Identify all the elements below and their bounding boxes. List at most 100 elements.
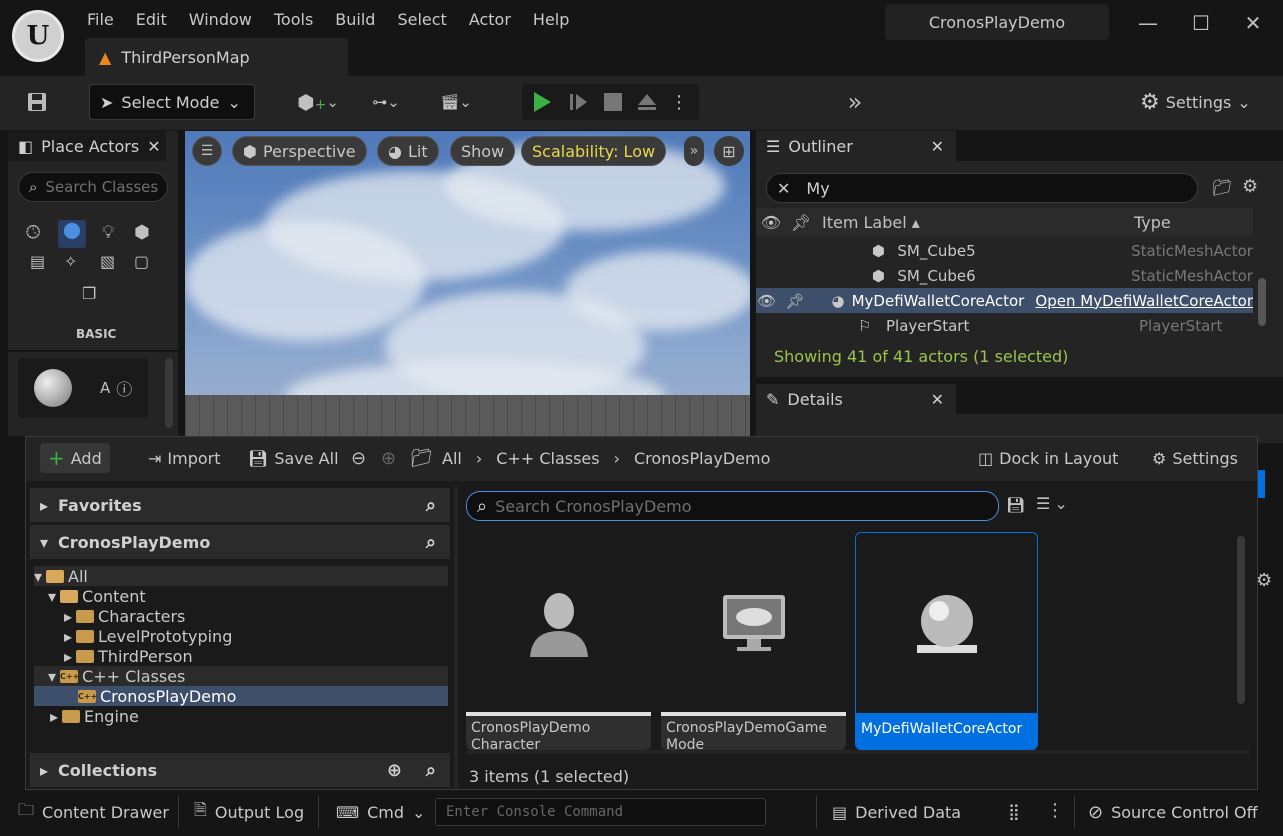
menu-help[interactable]: Help bbox=[522, 10, 580, 29]
filter-button[interactable]: ☰ ⌄ bbox=[1036, 494, 1068, 513]
forward-icon[interactable]: ⊕ bbox=[381, 448, 396, 469]
settings-button[interactable]: ⚙ Settings ⌄ bbox=[1140, 84, 1251, 120]
chevron-right-icon[interactable]: › bbox=[476, 449, 482, 468]
pin-header-icon[interactable]: 📌︎ bbox=[786, 213, 816, 232]
lights-icon[interactable]: 💡︎ bbox=[102, 222, 115, 243]
details-tab[interactable]: ✎ Details ✕ bbox=[756, 384, 956, 414]
source-control-button[interactable]: ⊘ Source Control Off bbox=[1080, 796, 1266, 828]
recent-icon[interactable]: 🕓︎ bbox=[26, 222, 40, 243]
visibility-icon[interactable]: 👁︎ bbox=[756, 292, 778, 310]
tree-item-content[interactable]: ▾ Content bbox=[34, 586, 448, 606]
tree-item-thirdperson[interactable]: ▸ ThirdPerson bbox=[34, 646, 448, 666]
level-tab[interactable]: ▲ ThirdPersonMap bbox=[85, 38, 348, 76]
outliner-tab[interactable]: ☰ Outliner ✕ bbox=[756, 131, 956, 161]
place-actors-scrollbar[interactable] bbox=[165, 358, 173, 428]
blueprint-button[interactable]: ⊶ ⌄ bbox=[362, 84, 410, 120]
menu-tools[interactable]: Tools bbox=[263, 10, 324, 29]
lit-button[interactable]: ◕ Lit bbox=[377, 136, 439, 166]
gear-icon[interactable]: ⚙ bbox=[1256, 570, 1272, 591]
menu-window[interactable]: Window bbox=[178, 10, 263, 29]
menu-edit[interactable]: Edit bbox=[125, 10, 178, 29]
tree-item-cronosplaydemo-selected[interactable]: C++ CronosPlayDemo bbox=[34, 686, 448, 706]
menu-file[interactable]: File bbox=[76, 10, 125, 29]
close-window-icon[interactable]: ✕ bbox=[1233, 8, 1273, 38]
help-icon[interactable]: ⓘ bbox=[116, 376, 132, 400]
table-row[interactable]: ⬢ SM_Cube5 StaticMeshActor bbox=[756, 238, 1253, 263]
shapes-icon[interactable]: ⬢ bbox=[134, 222, 150, 243]
unreal-logo-icon[interactable]: U bbox=[12, 10, 64, 62]
select-mode-dropdown[interactable]: ➤ Select Mode ⌄ bbox=[89, 84, 255, 120]
volumes-icon[interactable]: ▢ bbox=[134, 252, 149, 271]
menu-actor[interactable]: Actor bbox=[458, 10, 522, 29]
stop-icon[interactable] bbox=[596, 93, 630, 111]
asset-tile[interactable]: CronosPlayDemoGame Mode bbox=[661, 532, 846, 750]
breadcrumb-cpp-classes[interactable]: C++ Classes bbox=[496, 449, 599, 468]
asset-scrollbar[interactable] bbox=[1237, 536, 1245, 704]
content-drawer-button[interactable]: 🗀︎ Content Drawer bbox=[10, 796, 177, 828]
viewport-menu-icon[interactable]: ☰ bbox=[192, 136, 222, 166]
folder-icon[interactable]: 📁︎ bbox=[410, 448, 433, 469]
pin-icon[interactable]: 📌︎ bbox=[778, 292, 832, 310]
add-button[interactable]: + Add bbox=[40, 443, 110, 473]
viewport-expand-icon[interactable]: » bbox=[684, 136, 704, 166]
place-actors-tab[interactable]: ◧ Place Actors ✕ bbox=[8, 131, 166, 161]
level-viewport[interactable] bbox=[185, 131, 750, 436]
cmd-dropdown[interactable]: ⌨︎ Cmd ⌄ bbox=[328, 796, 433, 828]
asset-tile[interactable]: CronosPlayDemo Character bbox=[466, 532, 651, 750]
cinematics-button[interactable]: 🎬︎ ⌄ bbox=[432, 84, 480, 120]
chevron-right-icon[interactable]: › bbox=[614, 449, 620, 468]
expand-toolbar-icon[interactable]: » bbox=[838, 84, 872, 120]
layout-grid-icon[interactable]: ⊞ bbox=[714, 136, 744, 166]
menu-build[interactable]: Build bbox=[324, 10, 386, 29]
breadcrumb-all[interactable]: All bbox=[442, 449, 462, 468]
tree-item-all[interactable]: ▾ All bbox=[34, 566, 448, 586]
save-search-icon[interactable]: 💾︎ bbox=[1006, 496, 1025, 514]
outliner-scrollbar[interactable] bbox=[1258, 278, 1266, 326]
tree-item-cpp-classes[interactable]: ▾ C++ C++ Classes bbox=[34, 666, 448, 686]
show-button[interactable]: Show bbox=[450, 136, 516, 166]
type-header[interactable]: Type bbox=[1128, 213, 1171, 232]
breadcrumb-cronosplaydemo[interactable]: CronosPlayDemo bbox=[634, 449, 770, 468]
scalability-button[interactable]: Scalability: Low bbox=[521, 136, 667, 166]
more-options-icon[interactable]: ⋮ bbox=[664, 92, 694, 113]
save-icon[interactable] bbox=[20, 84, 54, 120]
table-row[interactable]: ⚐ PlayerStart PlayerStart bbox=[756, 313, 1253, 338]
item-label-header[interactable]: Item Label ▴ bbox=[816, 213, 1128, 232]
row-type-link[interactable]: Open MyDefiWalletCoreActor bbox=[1035, 292, 1253, 310]
more-options-icon[interactable]: ⋮ bbox=[1046, 800, 1064, 821]
eject-icon[interactable] bbox=[630, 93, 664, 111]
visual-effects-icon[interactable]: ✧ bbox=[64, 252, 77, 271]
output-log-button[interactable]: 🗎︎ Output Log bbox=[186, 796, 312, 828]
search-icon[interactable]: ⌕ bbox=[426, 495, 436, 516]
close-icon[interactable]: ✕ bbox=[147, 137, 160, 156]
play-icon[interactable] bbox=[522, 91, 562, 113]
cinematic-icon[interactable]: ▤ bbox=[30, 252, 45, 271]
collections-header[interactable]: ▸ Collections ⊕ ⌕ bbox=[30, 753, 450, 787]
project-header[interactable]: ▾ CronosPlayDemo ⌕ bbox=[30, 525, 450, 559]
derived-data-button[interactable]: ▤ Derived Data bbox=[824, 796, 969, 828]
dock-in-layout-button[interactable]: ◫ Dock in Layout bbox=[970, 443, 1126, 473]
search-icon[interactable]: ⌕ bbox=[426, 532, 436, 553]
asset-search[interactable]: ⌕ Search CronosPlayDemo bbox=[466, 491, 999, 521]
tree-item-levelprototyping[interactable]: ▸ LevelPrototyping bbox=[34, 626, 448, 646]
close-icon[interactable]: ✕ bbox=[931, 137, 944, 156]
add-collection-icon[interactable]: ⊕ bbox=[387, 760, 402, 781]
search-icon[interactable]: ⌕ bbox=[426, 760, 436, 781]
clear-search-icon[interactable]: ✕ bbox=[777, 179, 790, 198]
place-actors-search[interactable]: ⌕ Search Classes bbox=[18, 172, 168, 202]
splitter[interactable] bbox=[454, 486, 458, 788]
minimize-icon[interactable]: — bbox=[1128, 8, 1168, 38]
basic-icon[interactable]: ⬤ bbox=[58, 220, 86, 248]
asset-tile-selected[interactable]: MyDefiWalletCoreActor bbox=[855, 532, 1038, 750]
table-row[interactable]: ⬢ SM_Cube6 StaticMeshActor bbox=[756, 263, 1253, 288]
advance-frame-icon[interactable] bbox=[562, 92, 596, 112]
outliner-search[interactable]: ✕ My bbox=[766, 173, 1198, 203]
tree-item-characters[interactable]: ▸ Characters bbox=[34, 606, 448, 626]
perspective-button[interactable]: ⬢ Perspective bbox=[232, 136, 367, 166]
back-icon[interactable]: ⊖ bbox=[351, 448, 366, 469]
import-button[interactable]: ⇥ Import bbox=[140, 443, 229, 473]
maximize-icon[interactable]: ☐ bbox=[1181, 8, 1221, 38]
close-icon[interactable]: ✕ bbox=[931, 390, 944, 409]
console-input[interactable]: Enter Console Command bbox=[435, 798, 766, 826]
favorites-header[interactable]: ▸ Favorites ⌕ bbox=[30, 488, 450, 522]
